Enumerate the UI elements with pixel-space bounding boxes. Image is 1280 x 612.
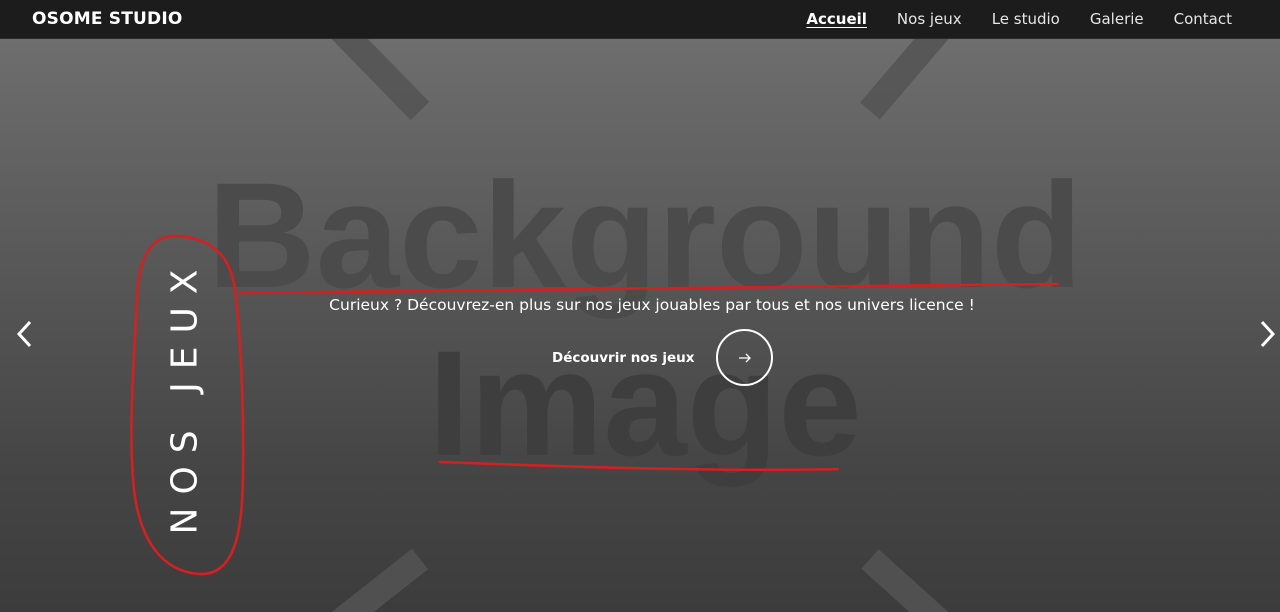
placeholder-cross-line [861, 549, 949, 612]
placeholder-text-background: Background [207, 151, 1082, 319]
nav-link-galerie[interactable]: Galerie [1090, 10, 1144, 28]
nav-link-le-studio[interactable]: Le studio [992, 10, 1060, 28]
discover-games-label: Découvrir nos jeux [552, 349, 695, 366]
placeholder-cross-line [331, 548, 429, 612]
nav-link-nos-jeux[interactable]: Nos jeux [897, 10, 962, 28]
nav-links: Accueil Nos jeux Le studio Galerie Conta… [806, 10, 1248, 28]
arrow-right-icon[interactable] [716, 329, 774, 386]
slider-prev-button[interactable] [11, 319, 37, 349]
chevron-left-icon [16, 320, 32, 348]
placeholder-cross-line [860, 39, 949, 120]
brand-logo-link[interactable]: OSOME STUDIO [32, 9, 183, 29]
placeholder-cross-line [331, 39, 430, 121]
chevron-right-icon [1260, 320, 1276, 348]
discover-games-button[interactable]: Découvrir nos jeux [552, 329, 774, 386]
hero-slider: Background Image NOS JEUX Curieux ? Déco… [0, 39, 1280, 612]
nav-link-contact[interactable]: Contact [1174, 10, 1232, 28]
nav-link-accueil[interactable]: Accueil [806, 10, 867, 28]
top-navbar: OSOME STUDIO Accueil Nos jeux Le studio … [0, 0, 1280, 39]
slider-next-button[interactable] [1255, 319, 1280, 349]
slide-subtitle: Curieux ? Découvrez-en plus sur nos jeux… [329, 296, 975, 314]
